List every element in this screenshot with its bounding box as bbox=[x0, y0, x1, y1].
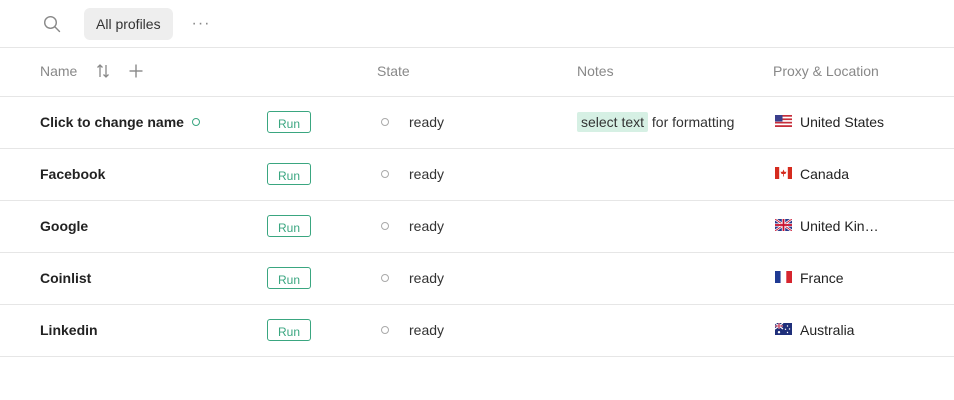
run-button[interactable]: Run bbox=[267, 215, 311, 237]
search-button[interactable] bbox=[40, 12, 64, 36]
toolbar: All profiles ··· bbox=[0, 0, 954, 48]
add-profile-button[interactable] bbox=[126, 61, 146, 81]
table-row[interactable]: Click to change name Run ready select te… bbox=[0, 97, 954, 149]
notes-highlight: select text bbox=[577, 112, 649, 132]
name-status-dot-icon bbox=[192, 118, 200, 126]
run-button[interactable]: Run bbox=[267, 111, 311, 133]
location-text[interactable]: France bbox=[800, 253, 910, 303]
search-icon bbox=[43, 15, 61, 33]
column-header-proxy[interactable]: Proxy & Location bbox=[773, 48, 879, 94]
state-dot-icon bbox=[381, 118, 389, 126]
profile-name[interactable]: Coinlist bbox=[40, 253, 91, 303]
location-text[interactable]: United States bbox=[800, 97, 910, 147]
fr-flag-icon bbox=[775, 271, 792, 283]
column-header-name[interactable]: Name bbox=[40, 48, 77, 94]
plus-icon bbox=[129, 64, 143, 78]
sort-icon bbox=[97, 64, 109, 78]
state-text: ready bbox=[409, 166, 445, 182]
profile-name[interactable]: Linkedin bbox=[40, 305, 98, 355]
profile-name[interactable]: Facebook bbox=[40, 149, 105, 199]
gb-flag-icon bbox=[775, 219, 792, 231]
run-button[interactable]: Run bbox=[267, 319, 311, 341]
sort-button[interactable] bbox=[95, 62, 111, 80]
profile-name[interactable]: Click to change name bbox=[40, 97, 184, 147]
state-dot-icon bbox=[381, 170, 389, 178]
location-text[interactable]: United Kingdom bbox=[800, 201, 886, 251]
state-text: ready bbox=[409, 114, 445, 130]
column-header-notes[interactable]: Notes bbox=[577, 48, 614, 94]
state-dot-icon bbox=[381, 274, 389, 282]
state-text: ready bbox=[409, 218, 445, 234]
table-row[interactable]: Linkedin Run ready Australia bbox=[0, 305, 954, 357]
tab-all-profiles[interactable]: All profiles bbox=[84, 8, 173, 40]
state-dot-icon bbox=[381, 222, 389, 230]
run-button[interactable]: Run bbox=[267, 163, 311, 185]
table-header: Name State Notes Proxy & Location bbox=[0, 48, 954, 97]
au-flag-icon bbox=[775, 323, 792, 335]
state-text: ready bbox=[409, 270, 445, 286]
table-row[interactable]: Coinlist Run ready France bbox=[0, 253, 954, 305]
location-text[interactable]: Canada bbox=[800, 149, 910, 199]
notes-cell[interactable]: select text for formatting bbox=[577, 97, 747, 147]
state-text: ready bbox=[409, 322, 445, 338]
notes-text: for formatting bbox=[648, 114, 735, 130]
us-flag-icon bbox=[775, 115, 792, 127]
table-row[interactable]: Facebook Run ready Canada bbox=[0, 149, 954, 201]
ca-flag-icon bbox=[775, 167, 792, 179]
location-text[interactable]: Australia bbox=[800, 305, 910, 355]
table-row[interactable]: Google Run ready United Kingdom bbox=[0, 201, 954, 253]
profile-list: Click to change name Run ready select te… bbox=[0, 97, 954, 357]
more-options-button[interactable]: ··· bbox=[190, 12, 212, 36]
more-dots-icon: ··· bbox=[191, 15, 211, 32]
column-header-state[interactable]: State bbox=[377, 48, 410, 94]
run-button[interactable]: Run bbox=[267, 267, 311, 289]
state-dot-icon bbox=[381, 326, 389, 334]
profile-name[interactable]: Google bbox=[40, 201, 88, 251]
